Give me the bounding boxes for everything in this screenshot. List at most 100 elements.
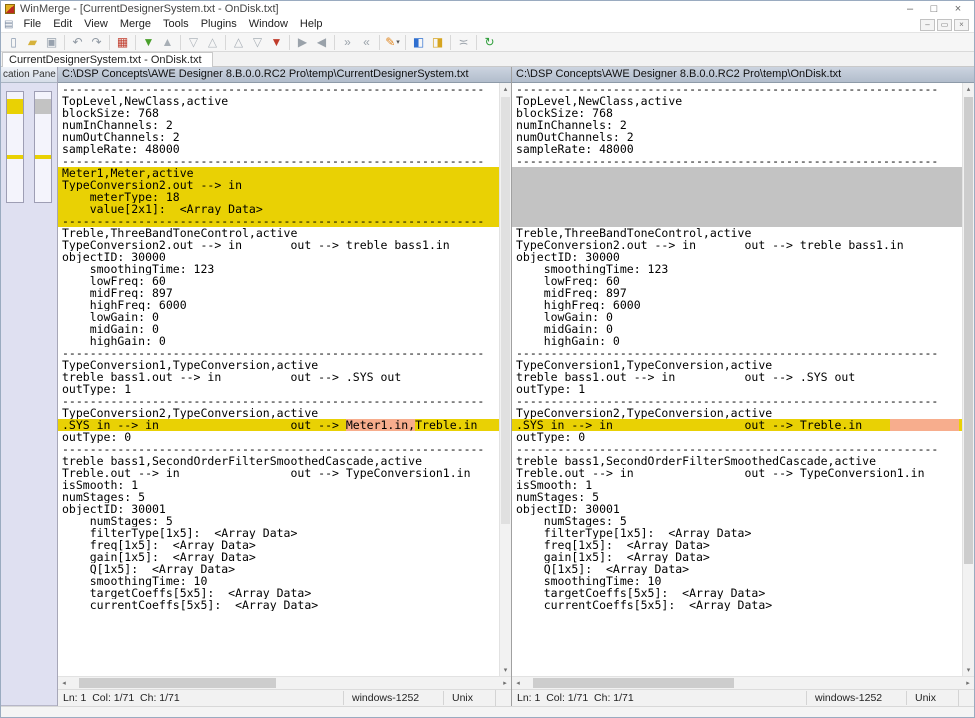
code-line[interactable]: TypeConversion2.out --> in out --> trebl… (58, 239, 499, 251)
code-line[interactable]: treble_bass1,SecondOrderFilterSmoothedCa… (58, 455, 499, 467)
right-code-area[interactable]: ----------------------------------------… (512, 83, 962, 676)
code-line[interactable]: smoothingTime: 10 (58, 575, 499, 587)
code-line[interactable]: blockSize: 768 (58, 107, 499, 119)
code-line[interactable]: outType: 0 (512, 431, 962, 443)
code-line[interactable]: Q[1x5]: <Array Data> (512, 563, 962, 575)
section-separator-line[interactable]: ----------------------------------------… (58, 83, 499, 95)
code-line[interactable]: filterType[1x5]: <Array Data> (58, 527, 499, 539)
scroll-up-icon[interactable]: ▴ (963, 83, 974, 95)
scroll-left-icon[interactable]: ◂ (512, 677, 524, 689)
code-line[interactable]: TypeConversion2.out --> in (58, 179, 499, 191)
save-button[interactable]: ▣ (42, 33, 61, 51)
menu-edit[interactable]: Edit (47, 17, 78, 32)
menu-merge[interactable]: Merge (114, 17, 157, 32)
next-inline-difference-button[interactable]: ▽ (184, 33, 203, 51)
code-line[interactable]: highFreq: 6000 (58, 299, 499, 311)
current-difference-button[interactable]: ▼ (267, 33, 286, 51)
menu-view[interactable]: View (78, 17, 114, 32)
code-line[interactable]: numInChannels: 2 (512, 119, 962, 131)
menu-window[interactable]: Window (243, 17, 294, 32)
code-line[interactable]: midGain: 0 (58, 323, 499, 335)
code-line[interactable]: sampleRate: 48000 (512, 143, 962, 155)
section-separator-line[interactable]: ----------------------------------------… (58, 443, 499, 455)
new-button[interactable]: ▯ (4, 33, 23, 51)
section-separator-line[interactable]: ----------------------------------------… (512, 443, 962, 455)
code-line[interactable]: Treble.out --> in out --> TypeConversion… (512, 467, 962, 479)
left-hscroll-track[interactable] (70, 677, 499, 689)
right-vscroll-track[interactable] (963, 95, 974, 664)
chevron-down-icon[interactable]: ▾ (396, 38, 400, 46)
mdi-restore-button[interactable]: ▭ (937, 19, 952, 31)
mdi-close-button[interactable]: × (954, 19, 969, 31)
next-difference-button[interactable]: ▼ (139, 33, 158, 51)
code-line[interactable]: numOutChannels: 2 (58, 131, 499, 143)
section-separator-line[interactable]: ----------------------------------------… (58, 155, 499, 167)
code-line[interactable]: numOutChannels: 2 (512, 131, 962, 143)
code-line[interactable]: lowGain: 0 (512, 311, 962, 323)
code-line[interactable] (512, 191, 962, 203)
right-file-bar[interactable] (34, 91, 52, 203)
scroll-right-icon[interactable]: ▸ (962, 677, 974, 689)
right-vertical-scrollbar[interactable]: ▴ ▾ (962, 83, 974, 676)
right-hscroll-track[interactable] (524, 677, 962, 689)
swap-panes-button[interactable]: ◨ (428, 33, 447, 51)
code-line[interactable]: TopLevel,NewClass,active (512, 95, 962, 107)
code-line[interactable]: numStages: 5 (512, 515, 962, 527)
code-line[interactable]: lowFreq: 60 (58, 275, 499, 287)
menu-file[interactable]: File (17, 17, 47, 32)
code-line[interactable]: numStages: 5 (512, 491, 962, 503)
code-line[interactable]: TypeConversion1,TypeConversion,active (512, 359, 962, 371)
code-line[interactable]: TypeConversion2.out --> in out --> trebl… (512, 239, 962, 251)
code-line[interactable]: currentCoeffs[5x5]: <Array Data> (58, 599, 499, 611)
code-line[interactable]: gain[1x5]: <Array Data> (512, 551, 962, 563)
close-button[interactable]: × (946, 2, 970, 16)
code-line[interactable]: numStages: 5 (58, 515, 499, 527)
undo-button[interactable]: ↶ (68, 33, 87, 51)
code-line[interactable]: Treble,ThreeBandToneControl,active (58, 227, 499, 239)
code-line[interactable]: numStages: 5 (58, 491, 499, 503)
menu-tools[interactable]: Tools (157, 17, 195, 32)
open-button[interactable]: ▰ (23, 33, 42, 51)
code-line[interactable]: midGain: 0 (512, 323, 962, 335)
code-line[interactable]: Treble,ThreeBandToneControl,active (512, 227, 962, 239)
code-line[interactable]: meterType: 18 (58, 191, 499, 203)
close-icon[interactable]: × (56, 70, 57, 80)
code-line[interactable]: Q[1x5]: <Array Data> (58, 563, 499, 575)
last-difference-button[interactable]: ▽ (248, 33, 267, 51)
section-separator-line[interactable]: ----------------------------------------… (512, 347, 962, 359)
code-line[interactable]: TypeConversion1,TypeConversion,active (58, 359, 499, 371)
maximize-button[interactable]: □ (922, 2, 946, 16)
code-line[interactable]: smoothingTime: 10 (512, 575, 962, 587)
copy-left-and-advance-button[interactable]: « (357, 33, 376, 51)
left-vertical-scrollbar[interactable]: ▴ ▾ (499, 83, 511, 676)
first-difference-button[interactable]: △ (229, 33, 248, 51)
left-horizontal-scrollbar[interactable]: ◂ ▸ (58, 676, 511, 689)
section-separator-line[interactable]: ----------------------------------------… (512, 395, 962, 407)
diff-highlight-pen-button[interactable]: ✎▾ (383, 33, 402, 51)
tab-currentdesignersystem-ondisk[interactable]: CurrentDesignerSystem.txt - OnDisk.txt (2, 52, 213, 67)
code-line[interactable]: Treble.out --> in out --> TypeConversion… (58, 467, 499, 479)
scroll-up-icon[interactable]: ▴ (500, 83, 511, 95)
options-button[interactable]: ▦ (113, 33, 132, 51)
code-line[interactable]: outType: 1 (512, 383, 962, 395)
code-line[interactable]: Meter1,Meter,active (58, 167, 499, 179)
code-line[interactable]: smoothingTime: 123 (512, 263, 962, 275)
code-line[interactable]: objectID: 30000 (58, 251, 499, 263)
copy-to-right-button[interactable]: ▶ (293, 33, 312, 51)
left-vscroll-track[interactable] (500, 95, 511, 664)
right-horizontal-scrollbar[interactable]: ◂ ▸ (512, 676, 974, 689)
code-line[interactable]: filterType[1x5]: <Array Data> (512, 527, 962, 539)
location-pane-body[interactable] (1, 83, 57, 706)
code-line[interactable]: smoothingTime: 123 (58, 263, 499, 275)
scroll-right-icon[interactable]: ▸ (499, 677, 511, 689)
previous-inline-difference-button[interactable]: △ (203, 33, 222, 51)
code-line[interactable] (512, 215, 962, 227)
minimize-button[interactable]: – (898, 2, 922, 16)
code-line[interactable]: targetCoeffs[5x5]: <Array Data> (512, 587, 962, 599)
menu-plugins[interactable]: Plugins (195, 17, 243, 32)
code-line[interactable]: objectID: 30001 (512, 503, 962, 515)
code-line[interactable] (512, 203, 962, 215)
code-line[interactable]: objectID: 30001 (58, 503, 499, 515)
code-line[interactable]: lowGain: 0 (58, 311, 499, 323)
section-separator-line[interactable]: ----------------------------------------… (512, 83, 962, 95)
